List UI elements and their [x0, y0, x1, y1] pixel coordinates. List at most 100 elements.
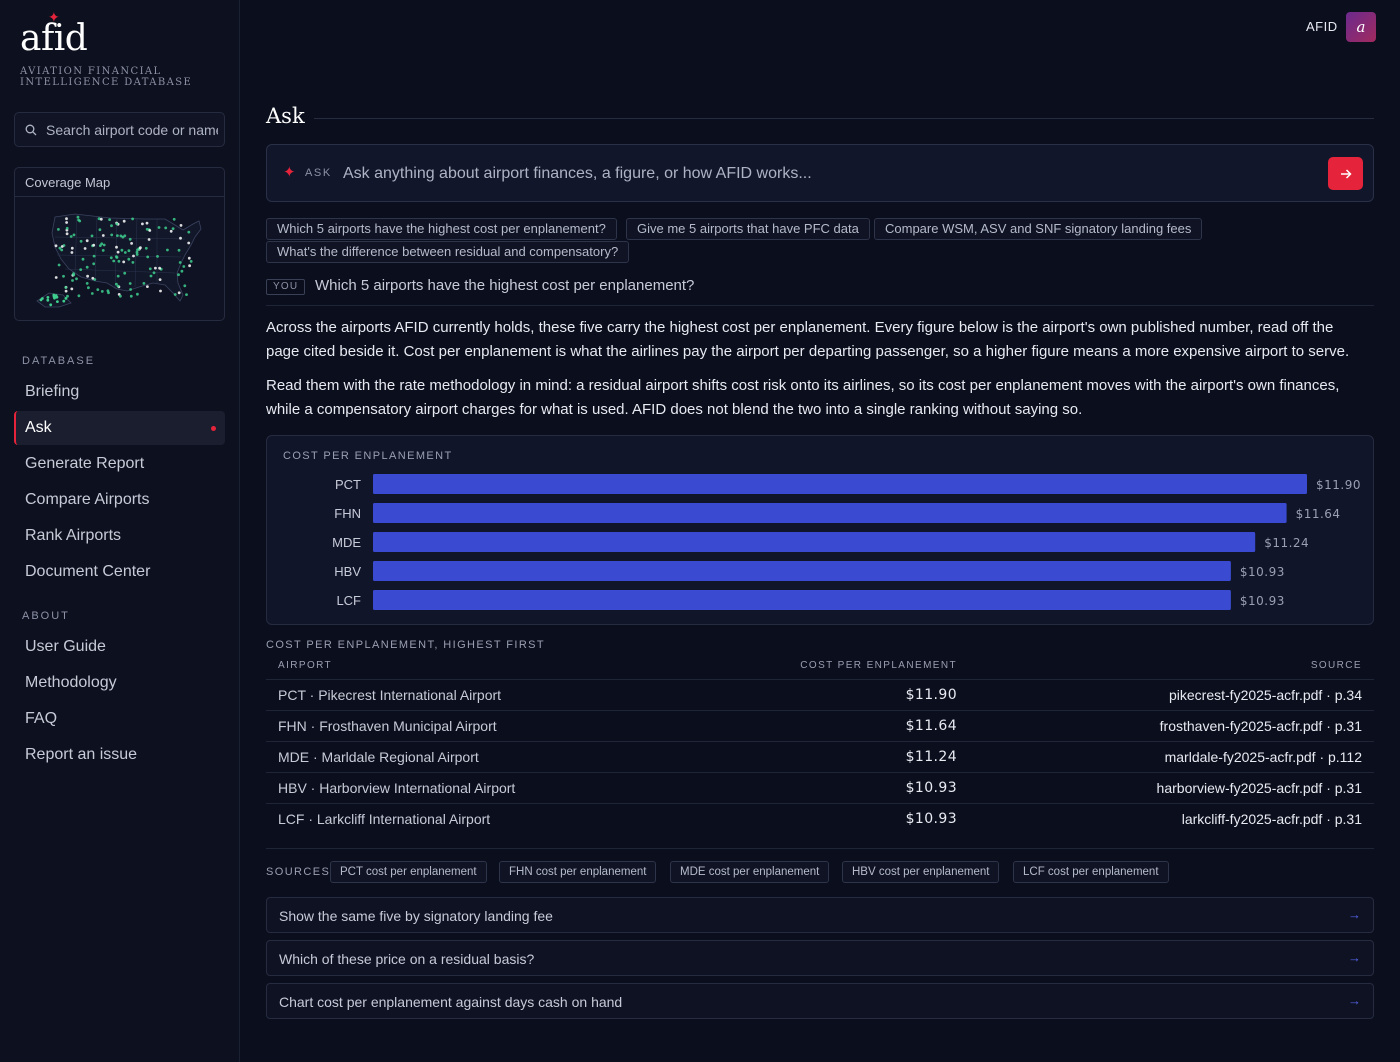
send-button[interactable] [1328, 157, 1363, 190]
table-row[interactable]: LCF · Larkcliff International Airport $10… [266, 803, 1374, 834]
nav-item-label: Generate Report [25, 455, 145, 472]
nav-item-generate-report[interactable]: Generate Report [14, 447, 225, 481]
nav-item-label: Briefing [25, 383, 80, 400]
bar-value-label: $11.90 [1316, 478, 1361, 492]
bar-pct [373, 474, 1307, 494]
table-header-cost: COST PER ENPLANEMENT [800, 660, 957, 671]
nav-item-methodology[interactable]: Methodology [14, 666, 225, 700]
logo[interactable]: ✦ afid AVIATION FINANCIAL INTELLIGENCE D… [20, 9, 210, 88]
nav-item-label: FAQ [25, 710, 58, 727]
nav-item-label: Ask [25, 419, 52, 436]
followup-text: Chart cost per enplanement against days … [279, 994, 623, 1010]
ask-label: ASK [305, 167, 332, 179]
cost-cell: $11.24 [905, 749, 957, 765]
answer-paragraph: Across the airports AFID currently holds… [266, 319, 1350, 360]
nav-item-label: Methodology [25, 674, 117, 691]
source-cell: harborview-fy2025-acfr.pdf · p.31 [1156, 780, 1362, 796]
title-divider [314, 118, 1374, 119]
coverage-map-card[interactable]: Coverage Map [14, 167, 225, 321]
bar-fhn [373, 503, 1287, 523]
source-chip[interactable]: LCF cost per enplanement [1013, 861, 1169, 883]
followup-question[interactable]: Show the same five by signatory landing … [266, 897, 1374, 933]
arrow-right-icon: → [1348, 993, 1361, 1008]
nav-item-label: Rank Airports [25, 527, 122, 544]
source-chip[interactable]: HBV cost per enplanement [842, 861, 1000, 883]
us-outline-shape [51, 213, 202, 302]
suggestion-chip[interactable]: What's the difference between residual a… [266, 241, 630, 263]
followup-question[interactable]: Chart cost per enplanement against days … [266, 983, 1374, 1019]
nav-item-label: Report an issue [25, 746, 138, 763]
bar-chart: PCT $11.90 FHN $11.64 MDE $11.24 HBV $10.93 LCF $… [332, 474, 1361, 610]
active-dot-icon [211, 426, 216, 431]
nav-item-label: User Guide [25, 638, 106, 655]
cost-cell: $11.90 [905, 687, 957, 703]
table-row[interactable]: PCT · Pikecrest International Airport $11… [266, 679, 1374, 710]
table-row[interactable]: FHN · Frosthaven Municipal Airport $11.64… [266, 710, 1374, 741]
bar-value-label: $11.24 [1264, 536, 1309, 550]
nav-item-document-center[interactable]: Document Center [14, 555, 225, 589]
bar-value-label: $10.93 [1240, 594, 1285, 608]
nav-item-faq[interactable]: FAQ [14, 702, 225, 736]
cost-cell: $11.64 [905, 718, 957, 734]
logo-subtitle: AVIATION FINANCIAL INTELLIGENCE DATABASE [20, 66, 193, 88]
followup-text: Show the same five by signatory landing … [279, 908, 553, 924]
bar-value-label: $11.64 [1296, 507, 1341, 521]
nav-section-about: ABOUT [22, 610, 70, 622]
arrow-right-icon: → [1348, 950, 1361, 965]
sources-label: SOURCES [266, 866, 331, 878]
nav-item-label: Document Center [25, 563, 151, 580]
bar-hbv [373, 561, 1231, 581]
source-cell: marldale-fy2025-acfr.pdf · p.112 [1164, 749, 1362, 765]
nav-item-compare-airports[interactable]: Compare Airports [14, 483, 225, 517]
airport-cell: HBV · Harborview International Airport [278, 780, 516, 796]
nav-item-briefing[interactable]: Briefing [14, 375, 225, 409]
bar-chart-panel: COST PER ENPLANEMENT PCT $11.90 FHN $11.64 M… [266, 435, 1374, 625]
suggestion-chip[interactable]: Compare WSM, ASV and SNF signatory landi… [874, 218, 1203, 240]
logo-star-icon: ✦ [48, 9, 60, 25]
suggestion-chip[interactable]: Give me 5 airports that have PFC data [626, 218, 870, 240]
avatar[interactable]: a [1346, 12, 1376, 42]
nav-item-report-an-issue[interactable]: Report an issue [14, 738, 225, 772]
airport-cell: LCF · Larkcliff International Airport [278, 811, 491, 827]
nav-item-rank-airports[interactable]: Rank Airports [14, 519, 225, 553]
cost-cell: $10.93 [905, 811, 957, 827]
search-box[interactable] [14, 112, 225, 147]
cost-cell: $10.93 [905, 780, 957, 796]
source-chip[interactable]: PCT cost per enplanement [330, 861, 487, 883]
bar-value-label: $10.93 [1240, 565, 1285, 579]
you-tag: YOU [266, 279, 306, 295]
bar-category-label: HBV [334, 564, 361, 579]
search-input[interactable] [46, 121, 218, 138]
coverage-map-title: Coverage Map [15, 168, 224, 197]
table-header-source: SOURCE [1310, 660, 1362, 671]
ask-bar[interactable]: ✦ ASK [266, 144, 1374, 202]
source-chip[interactable]: MDE cost per enplanement [670, 861, 830, 883]
coverage-map[interactable] [15, 197, 225, 321]
source-cell: pikecrest-fy2025-acfr.pdf · p.34 [1169, 687, 1362, 703]
table-header-airport: AIRPORT [278, 660, 333, 671]
table-title: COST PER ENPLANEMENT, HIGHEST FIRST [266, 639, 546, 651]
table-bottom-divider [266, 848, 1374, 849]
arrow-right-icon: → [1348, 907, 1361, 922]
ask-input[interactable] [343, 160, 1303, 188]
nav-section-database: DATABASE [22, 355, 96, 367]
bar-category-label: PCT [335, 477, 361, 492]
source-chip[interactable]: FHN cost per enplanement [499, 861, 657, 883]
table-row[interactable]: HBV · Harborview International Airport $1… [266, 772, 1374, 803]
suggestion-chip[interactable]: Which 5 airports have the highest cost p… [266, 218, 617, 240]
source-cell: frosthaven-fy2025-acfr.pdf · p.31 [1159, 718, 1362, 734]
nav-item-label: Compare Airports [25, 491, 150, 508]
search-icon [25, 124, 37, 135]
page-title: Ask [266, 104, 305, 128]
answer-paragraph: Read them with the rate methodology in m… [266, 377, 1340, 418]
nav-item-user-guide[interactable]: User Guide [14, 630, 225, 664]
user-question: Which 5 airports have the highest cost p… [315, 277, 695, 294]
bar-category-label: LCF [336, 593, 361, 608]
bar-category-label: MDE [332, 535, 361, 550]
arrow-right-icon [1340, 168, 1352, 179]
table-row[interactable]: MDE · Marldale Regional Airport $11.24 mar… [266, 741, 1374, 772]
airport-cell: PCT · Pikecrest International Airport [278, 687, 502, 703]
nav-item-ask[interactable]: Ask [14, 411, 225, 445]
followup-question[interactable]: Which of these price on a residual basis… [266, 940, 1374, 976]
user-name[interactable]: AFID [1306, 19, 1338, 34]
